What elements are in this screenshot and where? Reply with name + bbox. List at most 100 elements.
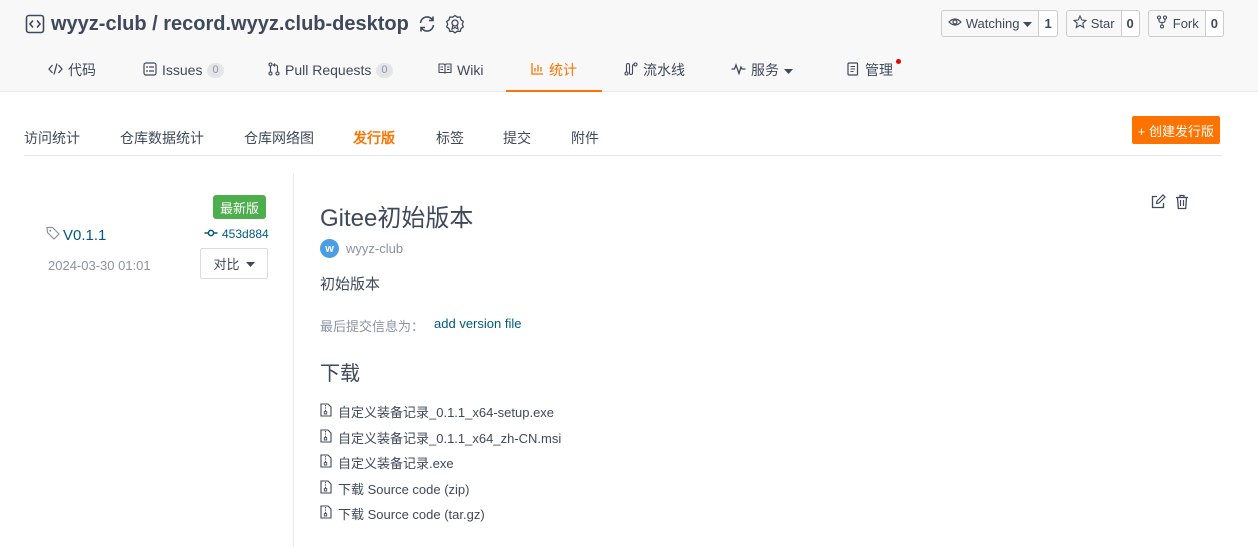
subnav-commits[interactable]: 提交: [503, 128, 531, 148]
watch-group: Watching 1: [940, 10, 1058, 37]
create-release-button[interactable]: + 创建发行版: [1131, 116, 1220, 144]
tab-services[interactable]: 服务: [731, 48, 793, 92]
subnav-network[interactable]: 仓库网络图: [244, 128, 314, 148]
repo-name-link[interactable]: wyyz-club / record.wyyz.club-desktop: [51, 13, 409, 36]
author-name: wyyz-club: [346, 241, 404, 256]
tab-pipeline[interactable]: 流水线: [624, 48, 685, 92]
pulse-icon: [731, 62, 746, 78]
download-name: 下载 Source code (zip): [338, 481, 470, 497]
star-group: Star 0: [1065, 10, 1140, 37]
archive-file-icon: [320, 454, 332, 471]
tab-wiki[interactable]: Wiki: [438, 48, 483, 92]
tab-issues-label: Issues: [162, 62, 203, 78]
fork-group: Fork 0: [1147, 10, 1224, 37]
download-item[interactable]: 自定义装备记录_0.1.1_x64_zh-CN.msi: [320, 425, 561, 451]
repo-nav-tabs: 代码 Issues 0 Pull Requests 0 Wiki 统计 流水线 …: [0, 48, 1258, 92]
edit-icon[interactable]: [1150, 194, 1166, 215]
caret-down-icon: [245, 256, 255, 271]
avatar: w: [320, 239, 339, 258]
watch-count[interactable]: 1: [1039, 10, 1058, 37]
fork-icon: [1155, 15, 1169, 32]
compare-dropdown[interactable]: 对比: [200, 248, 268, 279]
star-icon: [1072, 14, 1088, 32]
tab-code-label: 代码: [68, 62, 96, 78]
issues-count-badge: 0: [207, 62, 224, 78]
subnav-attachments[interactable]: 附件: [571, 128, 599, 148]
download-item[interactable]: 自定义装备记录_0.1.1_x64-setup.exe: [320, 399, 561, 425]
release-tag-label: V0.1.1: [63, 226, 107, 244]
statistics-sub-nav: 访问统计 仓库数据统计 仓库网络图 发行版 标签 提交 附件 + 创建发行版: [24, 112, 1222, 156]
download-item[interactable]: 自定义装备记录.exe: [320, 450, 561, 476]
bar-chart-icon: [531, 62, 544, 78]
commit-icon: [204, 227, 218, 241]
fork-button[interactable]: Fork: [1147, 10, 1206, 37]
gvp-badge-icon[interactable]: [445, 14, 465, 34]
compare-label: 对比: [213, 257, 240, 272]
tab-issues[interactable]: Issues 0: [143, 48, 224, 92]
release-meta: 最新版 V0.1.1 453d884 2024-03-30 01:01 对比: [24, 174, 294, 547]
download-name: 自定义装备记录_0.1.1_x64_zh-CN.msi: [338, 430, 562, 446]
code-icon: [48, 62, 63, 79]
download-name: 下载 Source code (tar.gz): [338, 507, 485, 523]
release-title[interactable]: Gitee初始版本: [320, 198, 473, 233]
last-commit-message-link[interactable]: add version file: [434, 316, 521, 335]
fork-label: Fork: [1172, 16, 1199, 31]
fork-count[interactable]: 0: [1205, 10, 1224, 37]
pull-request-icon: [268, 61, 280, 79]
notification-dot: [896, 59, 901, 64]
release-actions: [1150, 194, 1190, 215]
archive-file-icon: [320, 403, 332, 420]
tab-pull-requests-label: Pull Requests: [285, 62, 372, 78]
pull-requests-count-badge: 0: [376, 62, 393, 78]
tab-manage-label: 管理: [865, 62, 893, 78]
tab-code[interactable]: 代码: [48, 48, 96, 92]
subnav-tags[interactable]: 标签: [436, 128, 464, 148]
star-label: Star: [1090, 16, 1115, 31]
commit-hash-label: 453d884: [222, 227, 269, 241]
trash-icon[interactable]: [1174, 194, 1190, 215]
download-list: 自定义装备记录_0.1.1_x64-setup.exe 自定义装备记录_0.1.…: [320, 399, 561, 527]
repo-actions: Watching 1 Star 0 Fork 0: [940, 10, 1224, 37]
eye-icon: [947, 15, 962, 32]
sync-icon[interactable]: [417, 14, 437, 34]
last-commit-info: 最后提交信息为： add version file: [320, 316, 521, 335]
subnav-repo-data[interactable]: 仓库数据统计: [120, 128, 204, 148]
last-commit-label: 最后提交信息为：: [320, 319, 425, 334]
pipeline-icon: [624, 61, 638, 79]
tab-services-label: 服务: [751, 62, 779, 78]
caret-down-icon: [784, 62, 793, 78]
code-repo-icon: [25, 14, 45, 34]
watch-label: Watching: [965, 16, 1020, 31]
release-date: 2024-03-30 01:01: [48, 258, 151, 273]
document-icon: [847, 61, 860, 79]
tab-statistics-label: 统计: [549, 62, 577, 78]
issues-icon: [143, 61, 157, 79]
tag-icon: [46, 226, 60, 244]
release-tag-link[interactable]: V0.1.1: [46, 226, 106, 244]
watch-button[interactable]: Watching: [940, 10, 1040, 37]
subnav-releases[interactable]: 发行版: [353, 128, 395, 148]
commit-link[interactable]: 453d884: [204, 227, 269, 241]
release-author[interactable]: w wyyz-club: [320, 239, 403, 258]
tab-manage[interactable]: 管理: [847, 48, 901, 92]
release-description: 初始版本: [320, 276, 381, 293]
archive-file-icon: [320, 480, 332, 497]
repo-header: wyyz-club / record.wyyz.club-desktop Wat…: [0, 0, 1258, 92]
repo-title: wyyz-club / record.wyyz.club-desktop: [25, 10, 465, 38]
download-item[interactable]: 下载 Source code (tar.gz): [320, 501, 561, 527]
subnav-visits[interactable]: 访问统计: [24, 128, 80, 148]
archive-file-icon: [320, 429, 332, 446]
download-name: 自定义装备记录_0.1.1_x64-setup.exe: [338, 405, 555, 421]
star-count[interactable]: 0: [1121, 10, 1140, 37]
archive-file-icon: [320, 505, 332, 522]
tab-pull-requests[interactable]: Pull Requests 0: [268, 48, 393, 92]
download-item[interactable]: 下载 Source code (zip): [320, 476, 561, 502]
caret-down-icon: [1023, 16, 1033, 31]
book-icon: [438, 62, 452, 78]
latest-badge: 最新版: [213, 195, 267, 219]
star-button[interactable]: Star: [1065, 10, 1122, 37]
tab-statistics[interactable]: 统计: [506, 48, 602, 92]
downloads-heading: 下载: [320, 363, 360, 385]
tab-pipeline-label: 流水线: [643, 62, 685, 78]
download-name: 自定义装备记录.exe: [338, 456, 454, 472]
